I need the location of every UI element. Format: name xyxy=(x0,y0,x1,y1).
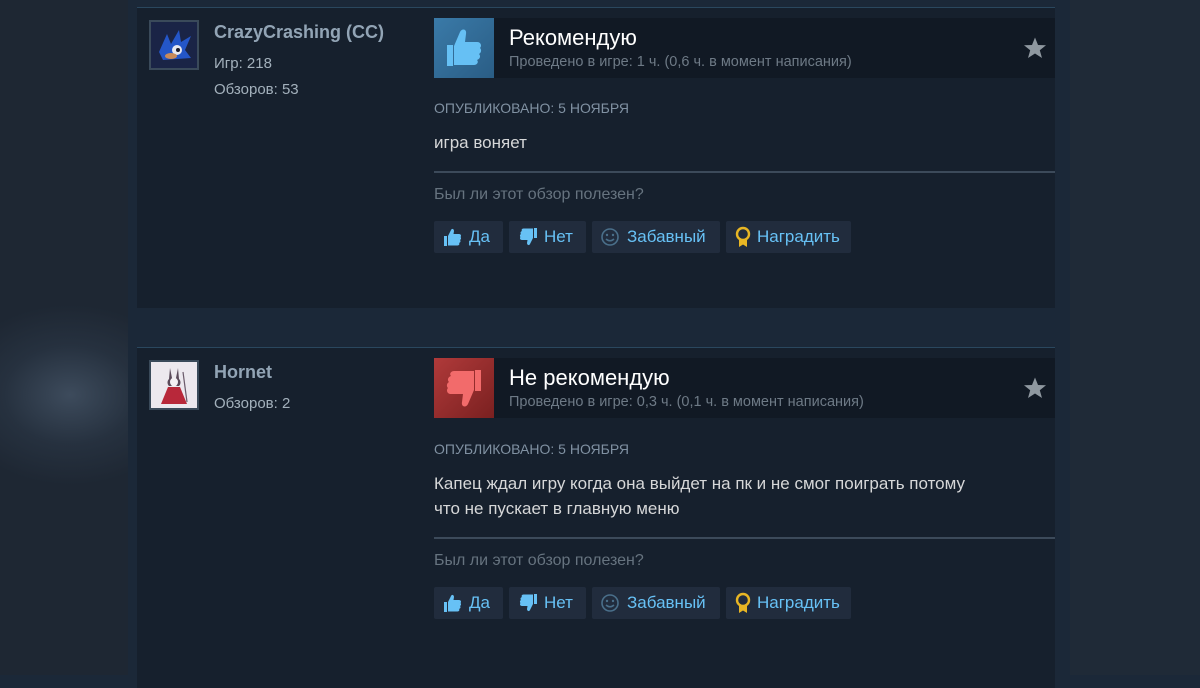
award-medal-icon xyxy=(735,226,751,247)
divider xyxy=(434,171,1055,173)
award-label: Наградить xyxy=(757,593,840,612)
award-button[interactable]: Наградить xyxy=(726,221,851,253)
smiley-icon xyxy=(601,228,619,246)
helpful-question: Был ли этот обзор полезен? xyxy=(434,552,644,569)
hornet-avatar-icon xyxy=(151,362,197,408)
vote-funny-label: Забавный xyxy=(627,227,706,246)
thumbs-down-icon xyxy=(519,594,537,612)
vote-yes-label: Да xyxy=(469,593,490,612)
hours-played: Проведено в игре: 1 ч. (0,6 ч. в момент … xyxy=(509,54,852,70)
review-card: Hornet Обзоров: 2 Не рекомендую Проведен… xyxy=(137,347,1055,688)
vote-header[interactable]: Не рекомендую Проведено в игре: 0,3 ч. (… xyxy=(434,358,1055,418)
thumbs-up-icon xyxy=(444,228,462,246)
award-medal-icon xyxy=(735,592,751,613)
page-background-right xyxy=(1070,0,1200,675)
thumbs-up-icon xyxy=(444,594,462,612)
page-background-left xyxy=(0,0,130,675)
verdict-title: Не рекомендую xyxy=(509,365,670,390)
helpful-question: Был ли этот обзор полезен? xyxy=(434,186,644,203)
posted-date: ОПУБЛИКОВАНО: 5 НОЯБРЯ xyxy=(434,441,629,457)
vote-no-button[interactable]: Нет xyxy=(509,587,586,619)
vote-funny-button[interactable]: Забавный xyxy=(592,587,720,619)
reviews-count[interactable]: Обзоров: 53 xyxy=(214,81,299,98)
award-label: Наградить xyxy=(757,227,840,246)
reviews-count[interactable]: Обзоров: 2 xyxy=(214,395,290,412)
thumbs-up-icon xyxy=(434,18,494,78)
review-card: CrazyCrashing (CC) Игр: 218 Обзоров: 53 … xyxy=(137,7,1055,308)
vote-yes-button[interactable]: Да xyxy=(434,221,503,253)
vote-no-label: Нет xyxy=(544,593,573,612)
thumbs-down-icon xyxy=(519,228,537,246)
star-icon[interactable] xyxy=(1023,376,1047,400)
posted-date: ОПУБЛИКОВАНО: 5 НОЯБРЯ xyxy=(434,100,629,116)
smiley-icon xyxy=(601,594,619,612)
avatar[interactable] xyxy=(149,360,199,410)
thumbs-down-icon xyxy=(434,358,494,418)
vote-funny-label: Забавный xyxy=(627,593,706,612)
vote-funny-button[interactable]: Забавный xyxy=(592,221,720,253)
username[interactable]: Hornet xyxy=(214,362,272,383)
vote-no-label: Нет xyxy=(544,227,573,246)
review-text-line: что не пускает в главную меню xyxy=(434,499,680,518)
vote-header[interactable]: Рекомендую Проведено в игре: 1 ч. (0,6 ч… xyxy=(434,18,1055,78)
review-text: Капец ждал игру когда она выйдет на пк и… xyxy=(434,471,1054,521)
award-button[interactable]: Наградить xyxy=(726,587,851,619)
hours-played: Проведено в игре: 0,3 ч. (0,1 ч. в момен… xyxy=(509,394,864,410)
username[interactable]: CrazyCrashing (CC) xyxy=(214,22,384,43)
sonic-avatar-icon xyxy=(151,22,197,68)
divider xyxy=(434,537,1055,539)
review-text: игра воняет xyxy=(434,133,527,152)
vote-no-button[interactable]: Нет xyxy=(509,221,586,253)
vote-yes-label: Да xyxy=(469,227,490,246)
verdict-title: Рекомендую xyxy=(509,25,637,50)
games-count[interactable]: Игр: 218 xyxy=(214,55,272,72)
vote-yes-button[interactable]: Да xyxy=(434,587,503,619)
review-text-line: Капец ждал игру когда она выйдет на пк и… xyxy=(434,474,966,493)
avatar[interactable] xyxy=(149,20,199,70)
star-icon[interactable] xyxy=(1023,36,1047,60)
